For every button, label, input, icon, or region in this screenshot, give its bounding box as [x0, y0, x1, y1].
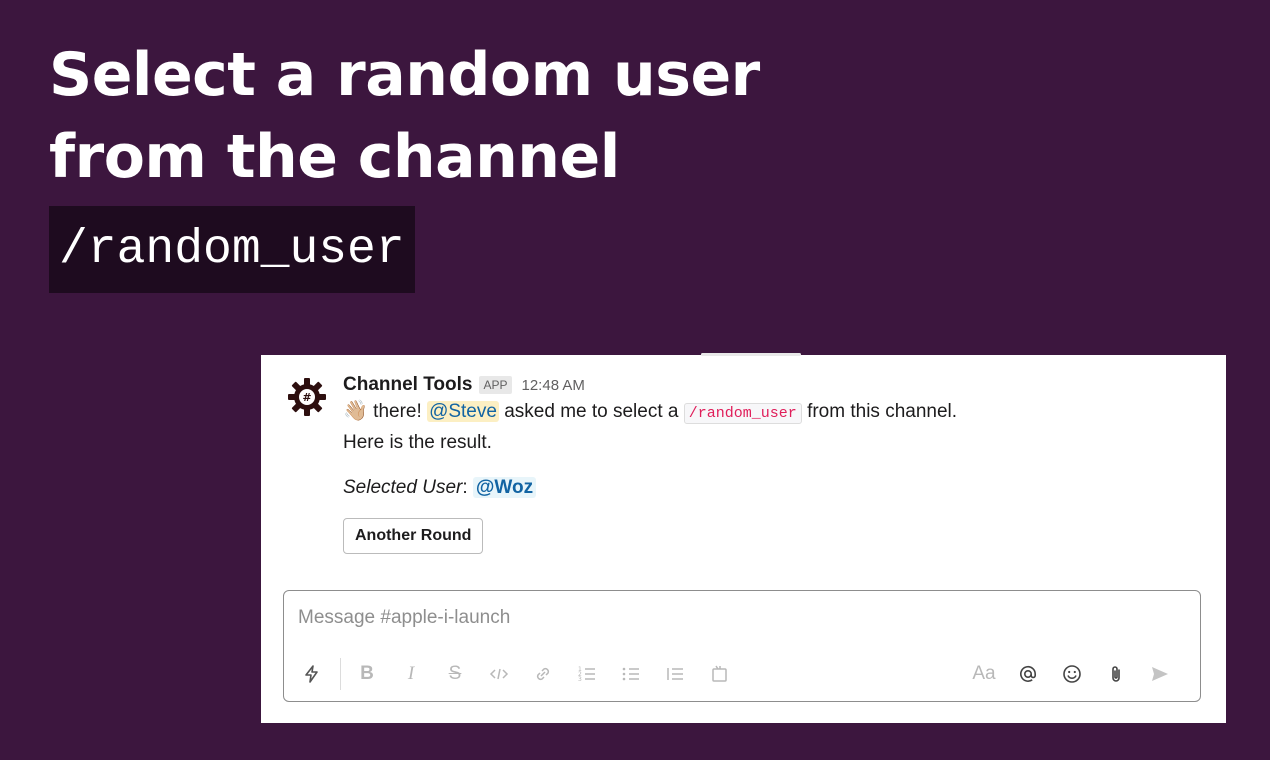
mention-steve[interactable]: @Steve — [427, 401, 499, 422]
svg-text:#: # — [302, 391, 311, 404]
code-icon[interactable] — [483, 658, 515, 690]
text-there: there! — [367, 401, 428, 422]
bold-icon[interactable]: B — [351, 658, 383, 690]
another-round-button[interactable]: Another Round — [343, 518, 484, 554]
slack-message-panel: # Channel Tools APP 12:48 AM 👋🏼 there! @… — [261, 353, 1226, 723]
shortcuts-icon[interactable] — [296, 658, 328, 690]
inline-code: /random_user — [683, 403, 802, 424]
message-header: Channel Tools APP 12:48 AM — [343, 373, 1196, 397]
attach-icon[interactable] — [1100, 658, 1132, 690]
headline: Select a random user from the channel — [49, 34, 760, 198]
composer-toolbar: B I S 123 Aa — [296, 657, 1188, 691]
message: Channel Tools APP 12:48 AM 👋🏼 there! @St… — [343, 373, 1196, 554]
wave-emoji-icon: 👋🏼 — [343, 400, 368, 422]
code-block-icon[interactable] — [703, 658, 735, 690]
headline-line-2: from the channel — [49, 122, 620, 192]
command-box: /random_user — [49, 206, 415, 293]
selected-colon: : — [462, 477, 473, 498]
message-composer[interactable]: Message #apple-i-launch B I S 123 Aa — [283, 590, 1201, 702]
mention-icon[interactable] — [1012, 658, 1044, 690]
text-format-icon[interactable]: Aa — [968, 658, 1000, 690]
toolbar-separator — [340, 658, 341, 690]
app-badge: APP — [479, 376, 512, 394]
bulleted-list-icon[interactable] — [615, 658, 647, 690]
svg-text:3: 3 — [578, 676, 582, 683]
message-input[interactable]: Message #apple-i-launch — [298, 607, 510, 629]
link-icon[interactable] — [527, 658, 559, 690]
timestamp[interactable]: 12:48 AM — [522, 377, 585, 394]
sender-name[interactable]: Channel Tools — [343, 374, 472, 396]
blockquote-icon[interactable] — [659, 658, 691, 690]
text-from: from this channel. — [801, 401, 958, 422]
headline-line-1: Select a random user — [49, 40, 760, 110]
message-line-2: Here is the result. — [343, 432, 492, 453]
emoji-icon[interactable] — [1056, 658, 1088, 690]
send-icon[interactable] — [1144, 658, 1176, 690]
toolbar-right: Aa — [968, 658, 1188, 690]
command-text: /random_user — [59, 222, 405, 277]
message-line-1: 👋🏼 there! @Steve asked me to select a /r… — [343, 397, 1196, 428]
text-asked: asked me to select a — [498, 401, 684, 422]
strikethrough-icon[interactable]: S — [439, 658, 471, 690]
italic-icon[interactable]: I — [395, 658, 427, 690]
mention-woz[interactable]: @Woz — [472, 477, 537, 498]
selected-user-label: Selected User — [343, 477, 463, 498]
panel-divider — [701, 353, 801, 356]
selected-user-line: Selected User: @Woz — [343, 474, 1196, 502]
app-avatar-gear-icon[interactable]: # — [285, 375, 329, 419]
ordered-list-icon[interactable]: 123 — [571, 658, 603, 690]
